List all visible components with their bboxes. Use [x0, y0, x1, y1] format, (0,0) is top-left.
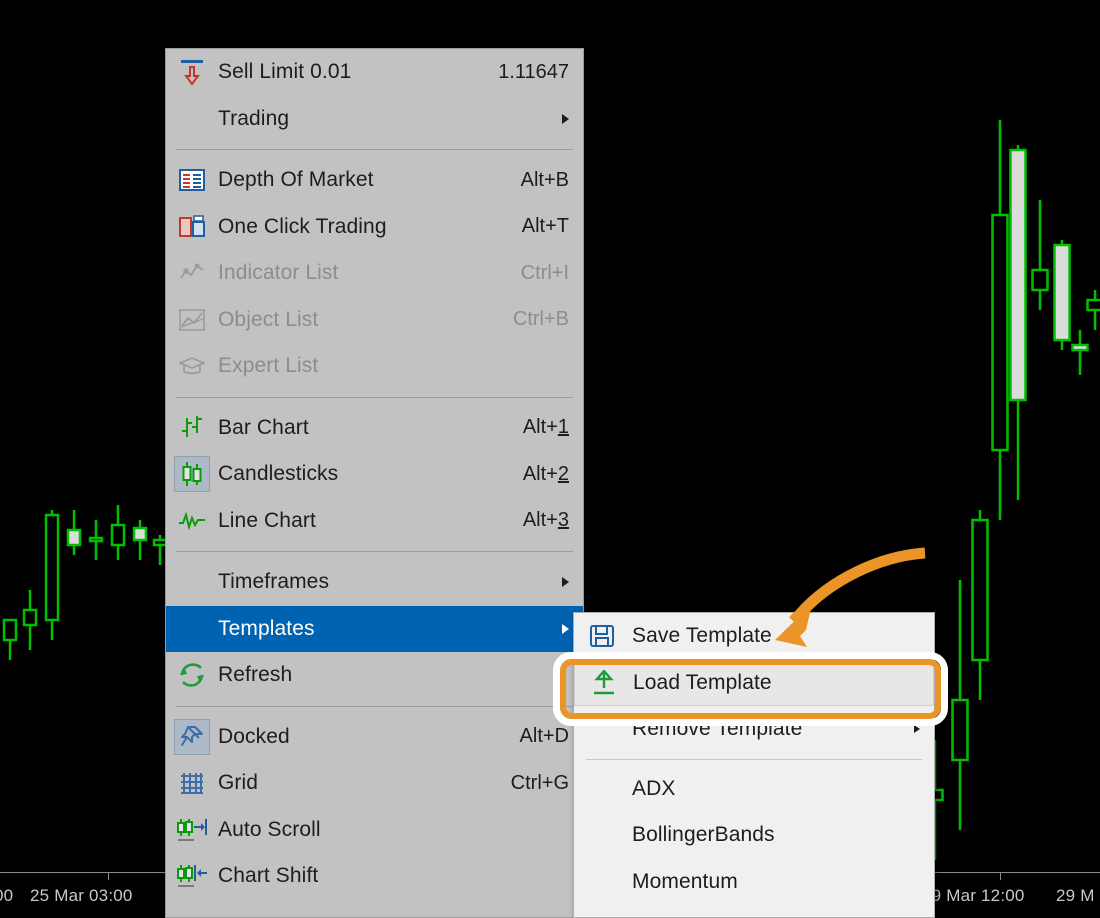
menu-item-label: Bar Chart — [218, 415, 309, 439]
menu-item-label: Docked — [218, 724, 290, 748]
menu-item-label: Chart Shift — [218, 864, 319, 888]
menu-item-depth-of-market[interactable]: Depth Of Market Alt+B — [166, 157, 583, 204]
menu-item-chart-shift[interactable]: Chart Shift — [166, 853, 583, 900]
chart-shift-icon — [166, 859, 218, 893]
submenu-chevron-icon — [914, 725, 920, 734]
menu-separator — [176, 149, 573, 150]
menu-item-bar-chart[interactable]: Bar Chart Alt+1 — [166, 405, 583, 452]
menu-item-momentum[interactable]: Momentum — [574, 859, 934, 906]
menu-item-refresh[interactable]: Refresh — [166, 652, 583, 699]
menu-item-icon-slot — [574, 712, 632, 746]
menu-item-shortcut: Alt+2 — [522, 462, 569, 485]
menu-item-label: Sell Limit 0.01 — [218, 60, 352, 84]
menu-item-label: Refresh — [218, 663, 293, 687]
menu-item-icon-slot — [574, 818, 632, 852]
axis-label: 29 Mar 12:00 — [922, 886, 1025, 905]
screen: 00 25 Mar 03:00 29 Mar 12:00 29 M Sell L… — [0, 0, 1100, 918]
menu-item-icon-slot — [574, 865, 632, 899]
menu-item-shortcut: 1.11647 — [498, 60, 569, 83]
menu-item-icon-slot — [574, 772, 632, 806]
axis-label: 00 — [0, 886, 14, 905]
menu-item-label: Auto Scroll — [218, 817, 321, 841]
refresh-icon — [166, 658, 218, 692]
menu-item-label: Object List — [218, 307, 319, 331]
menu-separator — [176, 396, 573, 398]
menu-item-bollingerbands[interactable]: BollingerBands — [574, 812, 934, 859]
indicator-list-icon — [166, 256, 218, 290]
menu-item-label: Trading — [218, 106, 290, 130]
menu-item-label: Expert List — [218, 354, 319, 378]
menu-item-label: ADX — [632, 776, 676, 800]
sell-limit-arrow-icon — [166, 55, 218, 89]
checked-icon-frame — [174, 718, 210, 755]
depth-of-market-icon — [166, 163, 218, 197]
menu-item-icon-slot — [166, 102, 218, 136]
menu-item-shortcut: Alt+3 — [522, 509, 569, 532]
auto-scroll-icon — [166, 813, 218, 847]
menu-item-adx[interactable]: ADX — [574, 766, 934, 813]
menu-item-templates[interactable]: Templates — [166, 605, 583, 652]
menu-item-remove-template[interactable]: Remove Template — [574, 706, 934, 753]
menu-item-label: Timeframes — [218, 570, 330, 594]
templates-submenu[interactable]: Save Template Load Template Remove Templat… — [573, 612, 935, 918]
menu-item-label: Grid — [218, 771, 259, 795]
checked-icon-frame — [174, 456, 210, 493]
menu-item-grid[interactable]: Grid Ctrl+G — [166, 760, 583, 807]
menu-item-candlesticks[interactable]: Candlesticks Alt+2 — [166, 451, 583, 498]
load-template-icon — [575, 666, 633, 700]
menu-item-line-chart[interactable]: Line Chart Alt+3 — [166, 498, 583, 545]
grid-icon — [166, 766, 218, 800]
menu-item-icon-slot — [166, 565, 218, 599]
axis-label: 25 Mar 03:00 — [30, 886, 133, 905]
menu-item-docked[interactable]: Docked Alt+D — [166, 714, 583, 761]
object-list-icon — [166, 303, 218, 337]
menu-item-save-template[interactable]: Save Template — [574, 613, 934, 660]
menu-item-shortcut: Alt+B — [520, 168, 569, 191]
submenu-chevron-icon — [562, 113, 569, 124]
menu-item-shortcut: Ctrl+I — [520, 261, 569, 284]
menu-item-load-template[interactable]: Load Template — [574, 659, 934, 706]
submenu-chevron-icon — [562, 623, 569, 634]
pin-icon — [166, 718, 218, 755]
menu-item-label: Momentum — [632, 869, 738, 893]
expert-list-icon — [166, 349, 218, 383]
menu-item-label: Line Chart — [218, 508, 316, 532]
menu-item-shortcut: Ctrl+G — [510, 771, 569, 794]
menu-item-sell-limit[interactable]: Sell Limit 0.01 1.11647 — [166, 49, 583, 96]
menu-item-label: Remove Template — [632, 717, 803, 741]
menu-item-timeframes[interactable]: Timeframes — [166, 559, 583, 606]
menu-item-auto-scroll[interactable]: Auto Scroll — [166, 807, 583, 854]
menu-item-expert-list: Expert List — [166, 343, 583, 390]
axis-tick — [1000, 872, 1001, 880]
menu-item-object-list: Object List Ctrl+B — [166, 297, 583, 344]
bar-chart-icon — [166, 411, 218, 445]
submenu-chevron-icon — [562, 577, 569, 588]
menu-item-trading[interactable]: Trading — [166, 96, 583, 143]
menu-item-shortcut: Alt+D — [519, 725, 569, 748]
menu-item-label: BollingerBands — [632, 823, 775, 847]
menu-item-shortcut: Alt+1 — [522, 416, 569, 439]
menu-item-label: Depth Of Market — [218, 168, 374, 192]
menu-item-one-click-trading[interactable]: One Click Trading Alt+T — [166, 204, 583, 251]
axis-label: 29 M — [1056, 886, 1095, 905]
menu-item-shortcut: Ctrl+B — [512, 308, 569, 331]
menu-item-icon-slot — [166, 612, 218, 646]
line-chart-icon — [166, 504, 218, 538]
axis-tick — [108, 872, 109, 880]
candlesticks-icon — [166, 456, 218, 493]
one-click-trading-icon — [166, 210, 218, 244]
menu-item-label: Indicator List — [218, 261, 339, 285]
menu-item-label: One Click Trading — [218, 214, 387, 238]
menu-item-label: Templates — [218, 616, 315, 640]
save-template-icon — [574, 619, 632, 653]
menu-separator — [586, 758, 922, 760]
menu-item-label: Candlesticks — [218, 462, 339, 486]
menu-separator — [176, 705, 573, 707]
menu-item-label: Save Template — [632, 624, 772, 648]
menu-separator — [176, 551, 573, 552]
menu-item-indicator-list: Indicator List Ctrl+I — [166, 250, 583, 297]
menu-item-shortcut: Alt+T — [521, 215, 569, 238]
menu-item-label: Load Template — [633, 670, 772, 694]
chart-context-menu[interactable]: Sell Limit 0.01 1.11647 Trading Depth Of Ma… — [165, 48, 584, 918]
